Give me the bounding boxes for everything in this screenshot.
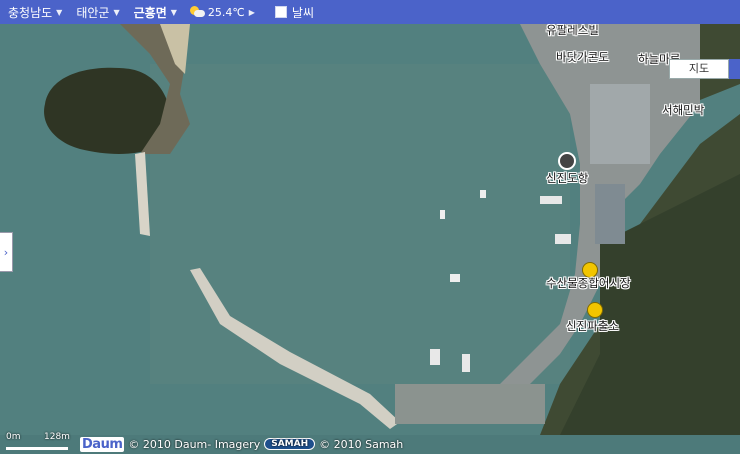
police-pin-icon[interactable] [587,302,603,318]
anchor-pin-icon[interactable] [558,152,576,170]
breadcrumb-town[interactable]: 근흥면 ▼ [126,0,183,24]
map-label-police[interactable]: 신진파출소 [566,318,619,334]
side-panel-toggle[interactable]: › [0,232,13,272]
scale-bar: 0m 128m [6,432,76,454]
chevron-down-icon: ▼ [56,7,63,17]
map-imagery [0,24,740,435]
map-type-edge [729,59,740,79]
chevron-right-icon: › [3,245,9,259]
weather-checkbox[interactable] [274,6,287,18]
partly-cloudy-icon [189,6,205,18]
map-type-button[interactable]: 지도 [669,59,729,79]
temperature-value: 25.4℃ [207,5,245,19]
top-toolbar: 충청남도 ▼ 태안군 ▼ 근흥면 ▼ 25.4℃ ▶ 날씨 [0,0,740,24]
chevron-down-icon: ▼ [113,7,120,17]
map-label-port[interactable]: 신진도항 [546,170,588,186]
daum-logo: Daum [80,436,125,452]
daum-attribution: © 2010 Daum- Imagery [128,437,261,451]
map-label-market[interactable]: 수산물종합어시장 [546,275,631,291]
chevron-right-icon: ▶ [248,7,255,17]
breadcrumb-province[interactable]: 충청남도 ▼ [0,0,68,24]
weather-widget[interactable]: 25.4℃ ▶ [183,6,263,19]
map-label-seohae-inn[interactable]: 서해민박 [662,102,704,118]
weather-toggle[interactable]: 날씨 [263,4,314,21]
breadcrumb-county-label: 태안군 [76,5,110,20]
breadcrumb-town-label: 근흥면 [133,5,167,20]
samah-attribution: © 2010 Samah [319,437,404,451]
map-label-palace[interactable]: 유팔레스빌 [546,22,599,38]
breadcrumb-county[interactable]: 태안군 ▼ [68,0,125,24]
weather-toggle-label: 날씨 [291,5,314,20]
chevron-down-icon: ▼ [170,7,177,17]
satellite-map[interactable]: 유팔레스빌 바닷가콘도 하늘마루 서해민박 신진도항 수산물종합어시장 신진파출… [0,22,740,452]
scale-zero: 0m [6,432,21,442]
scale-distance: 128m [44,432,70,442]
breadcrumb-province-label: 충청남도 [8,5,53,20]
map-footer: 0m 128m Daum © 2010 Daum- Imagery SAMAH … [0,432,404,454]
map-label-hotel[interactable]: 바닷가콘도 [556,49,609,65]
samah-logo: SAMAH [264,438,316,450]
